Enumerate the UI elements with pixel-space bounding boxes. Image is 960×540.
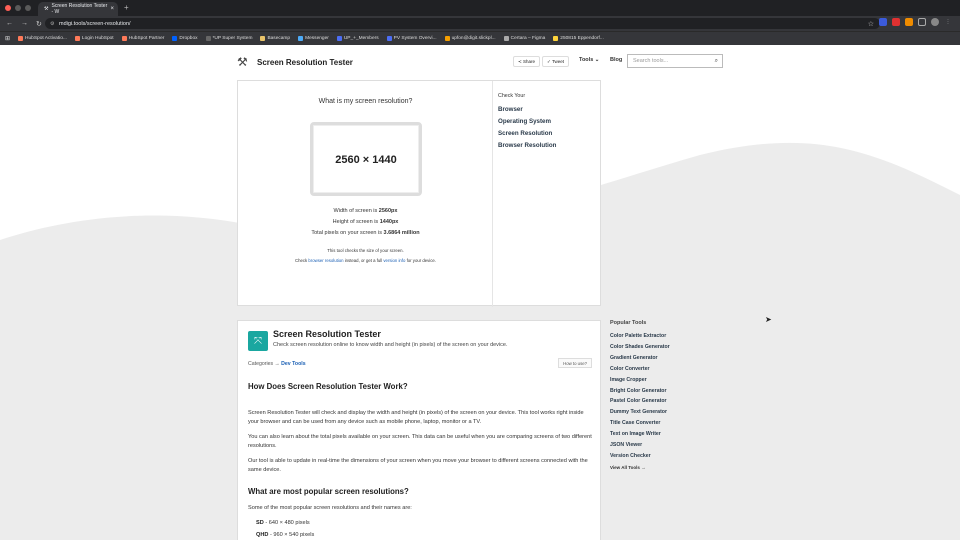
popular-tool-link[interactable]: Image Cropper (610, 375, 670, 386)
view-all-tools-link[interactable]: View All Tools → (610, 465, 670, 470)
browser-toolbar: ← → ↻ ⚙ mdigi.tools/screen-resolution/ ☆… (0, 16, 960, 31)
close-window-button[interactable] (5, 5, 11, 11)
profile-avatar[interactable] (931, 18, 939, 26)
paragraph: Our tool is able to update in real-time … (248, 458, 588, 473)
mouse-cursor-icon: ➤ (765, 315, 772, 324)
tool-favicon-icon: ⚒ (44, 6, 49, 12)
bookmark-item[interactable]: Login HubSpot (74, 36, 114, 41)
bookmark-item[interactable]: Certara – Figma (503, 36, 545, 41)
bookmark-item[interactable]: upfon@digit.slickpl... (444, 36, 496, 41)
new-tab-icon[interactable]: + (124, 3, 129, 12)
reload-icon[interactable]: ↻ (36, 20, 42, 28)
site-header: ⚒ Screen Resolution Tester ≺ Share ✓ Twe… (237, 53, 723, 71)
popular-tool-link[interactable]: Gradient Generator (610, 353, 670, 364)
extension-icon[interactable] (879, 18, 887, 26)
bookmark-item[interactable]: HubSpot Activatio... (18, 36, 67, 41)
how-it-works-heading: How Does Screen Resolution Tester Work? (248, 382, 408, 391)
result-question: What is my screen resolution? (318, 98, 413, 105)
maximize-window-button[interactable] (25, 5, 31, 11)
check-browser-link[interactable]: Browser (498, 104, 556, 116)
site-info-icon[interactable]: ⚙ (50, 21, 54, 27)
site-title[interactable]: Screen Resolution Tester (257, 58, 353, 67)
screen-stats: Width of screen is 2560px Height of scre… (238, 206, 493, 239)
popular-tools-title: Popular Tools (610, 320, 647, 326)
check-your-list: Check Your Browser Operating System Scre… (498, 93, 556, 152)
popular-tool-link[interactable]: Bright Color Generator (610, 386, 670, 397)
bookmark-item[interactable]: *UP Super System (205, 36, 252, 41)
search-input[interactable]: Search tools... ⌕ (627, 54, 723, 68)
popular-resolutions-heading: What are most popular screen resolutions… (248, 487, 409, 496)
blog-link[interactable]: Blog (610, 57, 622, 63)
tweet-button[interactable]: ✓ Tweet (542, 56, 570, 67)
tool-title: Screen Resolution Tester (273, 329, 381, 339)
total-pixels-stat: Total pixels on your screen is 3.6864 mi… (311, 230, 420, 236)
width-stat: Width of screen is 2560px (333, 208, 398, 214)
tab-bar: ⚒ Screen Resolution Tester - W × + (0, 0, 960, 16)
extensions-area: ⋮ (879, 18, 960, 26)
tab-title: Screen Resolution Tester - W (51, 3, 108, 15)
extension-icon[interactable] (892, 18, 900, 26)
share-button[interactable]: ≺ Share (513, 56, 541, 67)
popular-tool-link[interactable]: Color Shades Generator (610, 342, 670, 353)
list-item: SD - 640 × 480 pixels (256, 520, 310, 526)
browser-chrome: ⚒ Screen Resolution Tester - W × + ← → ↻… (0, 0, 960, 45)
close-tab-icon[interactable]: × (110, 6, 114, 12)
hammer-wrench-logo-icon[interactable]: ⚒ (237, 55, 251, 69)
bookmarks-bar: ⊞ HubSpot Activatio... Login HubSpot Hub… (0, 31, 960, 45)
browser-resolution-link[interactable]: browser resolution (308, 258, 343, 263)
monitor-display: 2560 × 1440 (310, 122, 422, 196)
popular-tool-link[interactable]: JSON Viewer (610, 440, 670, 451)
browser-tab[interactable]: ⚒ Screen Resolution Tester - W × (38, 2, 118, 16)
check-os-link[interactable]: Operating System (498, 116, 556, 128)
paragraph: Some of the most popular screen resoluti… (248, 505, 412, 511)
popular-tool-link[interactable]: Pastel Color Generator (610, 396, 670, 407)
popular-tool-link[interactable]: Color Converter (610, 364, 670, 375)
popular-tool-link[interactable]: Text on Image Writer (610, 429, 670, 440)
bookmark-item[interactable]: Dropbox (172, 36, 198, 41)
web-page: ⚒ Screen Resolution Tester ≺ Share ✓ Twe… (0, 45, 960, 540)
address-bar[interactable]: ⚙ mdigi.tools/screen-resolution/ ☆ (45, 18, 880, 29)
check-browser-resolution-link[interactable]: Browser Resolution (498, 140, 556, 152)
paragraph: Screen Resolution Tester will check and … (248, 410, 584, 425)
back-icon[interactable]: ← (6, 20, 13, 28)
height-stat: Height of screen is 1440px (332, 219, 399, 225)
bookmark-item[interactable]: PV System Overvi... (386, 36, 437, 41)
result-panel: What is my screen resolution? 2560 × 144… (238, 81, 493, 307)
window-controls (5, 5, 31, 11)
list-item: QHD - 960 × 540 pixels (256, 532, 315, 538)
paragraph: You can also learn about the total pixel… (248, 434, 592, 449)
bookmark-item[interactable]: HubSpot Partner (121, 36, 164, 41)
extension-icon[interactable] (905, 18, 913, 26)
tool-description: Check screen resolution online to know w… (273, 342, 508, 348)
bookmark-star-icon[interactable]: ☆ (868, 20, 874, 28)
minimize-window-button[interactable] (15, 5, 21, 11)
search-icon[interactable]: ⌕ (715, 58, 718, 65)
extensions-puzzle-icon[interactable] (918, 18, 926, 26)
bookmark-item[interactable]: Messenger (298, 36, 329, 41)
chevron-down-icon: ⌄ (594, 57, 600, 63)
popular-tool-link[interactable]: Dummy Text Generator (610, 407, 670, 418)
popular-tool-link[interactable]: Title Case Converter (610, 418, 670, 429)
apps-grid-icon[interactable]: ⊞ (5, 35, 10, 42)
resolution-value: 2560 × 1440 (335, 154, 397, 166)
popular-tool-link[interactable]: Version Checker (610, 451, 670, 462)
breadcrumb: Categories → Dev Tools (248, 361, 306, 367)
check-screen-resolution-link[interactable]: Screen Resolution (498, 128, 556, 140)
forward-icon[interactable]: → (21, 20, 28, 28)
url-text: mdigi.tools/screen-resolution/ (59, 20, 131, 27)
bookmark-item[interactable]: 250815 Eppendorf... (553, 36, 604, 41)
browser-menu-icon[interactable]: ⋮ (944, 18, 952, 26)
how-to-use-button[interactable]: How to use? (558, 358, 592, 368)
result-card: What is my screen resolution? 2560 × 144… (237, 80, 601, 307)
category-link[interactable]: Dev Tools (281, 361, 305, 367)
bookmark-item[interactable]: Basecamp (260, 36, 290, 41)
result-note: This tool checks the size of your screen… (295, 248, 436, 263)
tool-info-card: ⤧ Screen Resolution Tester Check screen … (237, 320, 601, 540)
expand-arrows-icon: ⤧ (248, 331, 268, 351)
version-info-link[interactable]: version info (383, 258, 405, 263)
popular-tool-link[interactable]: Color Palette Extractor (610, 331, 670, 342)
popular-tools: Popular Tools Color Palette Extractor Co… (610, 320, 670, 470)
tools-menu[interactable]: Tools ⌄ (579, 57, 599, 63)
bookmark-item[interactable]: UP_+_Members (336, 36, 379, 41)
